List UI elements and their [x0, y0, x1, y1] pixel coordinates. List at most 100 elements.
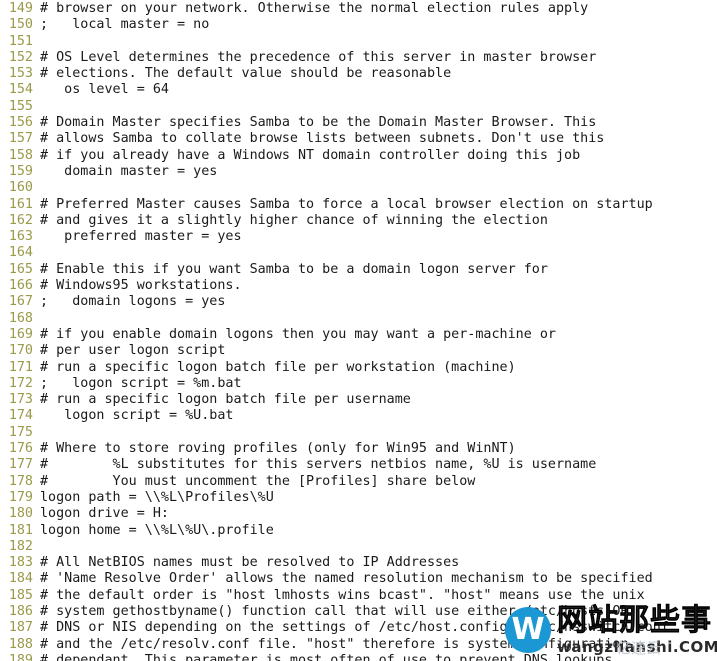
line-text[interactable]: # Windows95 workstations.: [40, 278, 717, 294]
code-line-list[interactable]: 149 # browser on your network. Otherwise …: [0, 1, 717, 661]
code-line[interactable]: 186 # system gethostbyname() function cal…: [0, 604, 717, 620]
code-line[interactable]: 172 ; logon script = %m.bat: [0, 376, 717, 392]
code-line[interactable]: 157 # allows Samba to collate browse list…: [0, 131, 717, 147]
line-text[interactable]: logon drive = H:: [40, 506, 717, 522]
line-text[interactable]: # dependant. This parameter is most ofte…: [40, 653, 717, 661]
code-line[interactable]: 152 # OS Level determines the precedence …: [0, 50, 717, 66]
line-text[interactable]: # and gives it a slightly higher chance …: [40, 213, 717, 229]
code-line[interactable]: 179 logon path = \\%L\Profiles\%U: [0, 490, 717, 506]
code-line[interactable]: 158 # if you already have a Windows NT do…: [0, 148, 717, 164]
line-number: 153: [8, 66, 33, 82]
line-text[interactable]: preferred master = yes: [40, 229, 717, 245]
line-number: 180: [8, 506, 33, 522]
line-text[interactable]: domain master = yes: [40, 164, 717, 180]
code-line[interactable]: 183 # All NetBIOS names must be resolved …: [0, 555, 717, 571]
line-text[interactable]: # All NetBIOS names must be resolved to …: [40, 555, 717, 571]
line-number: 152: [8, 49, 33, 65]
line-text[interactable]: # run a specific logon batch file per us…: [40, 392, 717, 408]
line-number: 185: [8, 587, 33, 603]
code-line[interactable]: 151: [0, 34, 717, 50]
line-text[interactable]: # run a specific logon batch file per wo…: [40, 360, 717, 376]
code-line[interactable]: 178 # You must uncomment the [Profiles] s…: [0, 474, 717, 490]
line-text[interactable]: # Preferred Master causes Samba to force…: [40, 197, 717, 213]
code-line[interactable]: 181 logon home = \\%L\%U\.profile: [0, 523, 717, 539]
code-line[interactable]: 160: [0, 180, 717, 196]
line-number: 169: [8, 326, 33, 342]
line-text[interactable]: ; domain logons = yes: [40, 294, 717, 310]
line-number: 183: [8, 555, 33, 571]
line-text[interactable]: # You must uncomment the [Profiles] shar…: [40, 474, 717, 490]
line-text[interactable]: # per user logon script: [40, 343, 717, 359]
line-number: 165: [8, 261, 33, 277]
code-line[interactable]: 163 preferred master = yes: [0, 229, 717, 245]
line-text[interactable]: # DNS or NIS depending on the settings o…: [40, 620, 717, 636]
line-number: 178: [8, 473, 33, 489]
code-line[interactable]: 161 # Preferred Master causes Samba to fo…: [0, 197, 717, 213]
line-text[interactable]: # Enable this if you want Samba to be a …: [40, 262, 717, 278]
code-line[interactable]: 164: [0, 245, 717, 261]
text-editor-code-view[interactable]: 149 # browser on your network. Otherwise …: [0, 0, 717, 661]
line-text[interactable]: logon home = \\%L\%U\.profile: [40, 523, 717, 539]
line-text[interactable]: # Domain Master specifies Samba to be th…: [40, 115, 717, 131]
code-line[interactable]: 168: [0, 311, 717, 327]
line-number: 179: [8, 489, 33, 505]
code-line[interactable]: 165 # Enable this if you want Samba to be…: [0, 262, 717, 278]
line-number: 173: [8, 392, 33, 408]
line-number: 184: [8, 571, 33, 587]
line-text[interactable]: # 'Name Resolve Order' allows the named …: [40, 571, 717, 587]
line-text[interactable]: # allows Samba to collate browse lists b…: [40, 131, 717, 147]
line-text[interactable]: # the default order is "host lmhosts win…: [40, 588, 717, 604]
line-text[interactable]: ; logon script = %m.bat: [40, 376, 717, 392]
line-text[interactable]: ; local master = no: [40, 17, 717, 33]
line-number: 155: [8, 98, 33, 114]
code-line[interactable]: 166 # Windows95 workstations.: [0, 278, 717, 294]
line-text[interactable]: # and the /etc/resolv.conf file. "host" …: [40, 637, 717, 653]
code-line[interactable]: 173 # run a specific logon batch file per…: [0, 392, 717, 408]
line-text[interactable]: # if you enable domain logons then you m…: [40, 327, 717, 343]
code-line[interactable]: 159 domain master = yes: [0, 164, 717, 180]
line-text[interactable]: # OS Level determines the precedence of …: [40, 50, 717, 66]
code-line[interactable]: 171 # run a specific logon batch file per…: [0, 360, 717, 376]
line-number: 149: [8, 1, 33, 16]
code-line[interactable]: 176 # Where to store roving profiles (onl…: [0, 441, 717, 457]
line-text[interactable]: os level = 64: [40, 82, 717, 98]
code-line[interactable]: 155: [0, 99, 717, 115]
line-text[interactable]: # browser on your network. Otherwise the…: [40, 1, 717, 17]
code-line[interactable]: 153 # elections. The default value should…: [0, 66, 717, 82]
line-number: 166: [8, 278, 33, 294]
code-line[interactable]: 188 # and the /etc/resolv.conf file. "hos…: [0, 637, 717, 653]
line-number: 160: [8, 180, 33, 196]
line-text[interactable]: # system gethostbyname() function call t…: [40, 604, 717, 620]
code-line[interactable]: 184 # 'Name Resolve Order' allows the nam…: [0, 571, 717, 587]
code-line[interactable]: 175: [0, 425, 717, 441]
code-line[interactable]: 149 # browser on your network. Otherwise …: [0, 1, 717, 17]
line-text[interactable]: logon path = \\%L\Profiles\%U: [40, 490, 717, 506]
code-line[interactable]: 185 # the default order is "host lmhosts …: [0, 588, 717, 604]
code-line[interactable]: 162 # and gives it a slightly higher chan…: [0, 213, 717, 229]
code-line[interactable]: 174 logon script = %U.bat: [0, 408, 717, 424]
line-number: 170: [8, 343, 33, 359]
line-number: 188: [8, 636, 33, 652]
code-line[interactable]: 167 ; domain logons = yes: [0, 294, 717, 310]
line-text[interactable]: logon script = %U.bat: [40, 408, 717, 424]
code-line[interactable]: 187 # DNS or NIS depending on the setting…: [0, 620, 717, 636]
code-line[interactable]: 150 ; local master = no: [0, 17, 717, 33]
line-number: 176: [8, 441, 33, 457]
code-line[interactable]: 170 # per user logon script: [0, 343, 717, 359]
line-number: 157: [8, 131, 33, 147]
code-line[interactable]: 180 logon drive = H:: [0, 506, 717, 522]
code-line[interactable]: 169 # if you enable domain logons then yo…: [0, 327, 717, 343]
line-number: 175: [8, 424, 33, 440]
line-text[interactable]: # %L substitutes for this servers netbio…: [40, 457, 717, 473]
line-text[interactable]: # Where to store roving profiles (only f…: [40, 441, 717, 457]
code-line[interactable]: 177 # %L substitutes for this servers net…: [0, 457, 717, 473]
code-line[interactable]: 154 os level = 64: [0, 82, 717, 98]
code-line[interactable]: 189 # dependant. This parameter is most o…: [0, 653, 717, 661]
line-number: 171: [8, 359, 33, 375]
code-line[interactable]: 156 # Domain Master specifies Samba to be…: [0, 115, 717, 131]
line-text[interactable]: # if you already have a Windows NT domai…: [40, 148, 717, 164]
line-number: 154: [8, 82, 33, 98]
code-line[interactable]: 182: [0, 539, 717, 555]
line-text[interactable]: # elections. The default value should be…: [40, 66, 717, 82]
line-number: 158: [8, 147, 33, 163]
